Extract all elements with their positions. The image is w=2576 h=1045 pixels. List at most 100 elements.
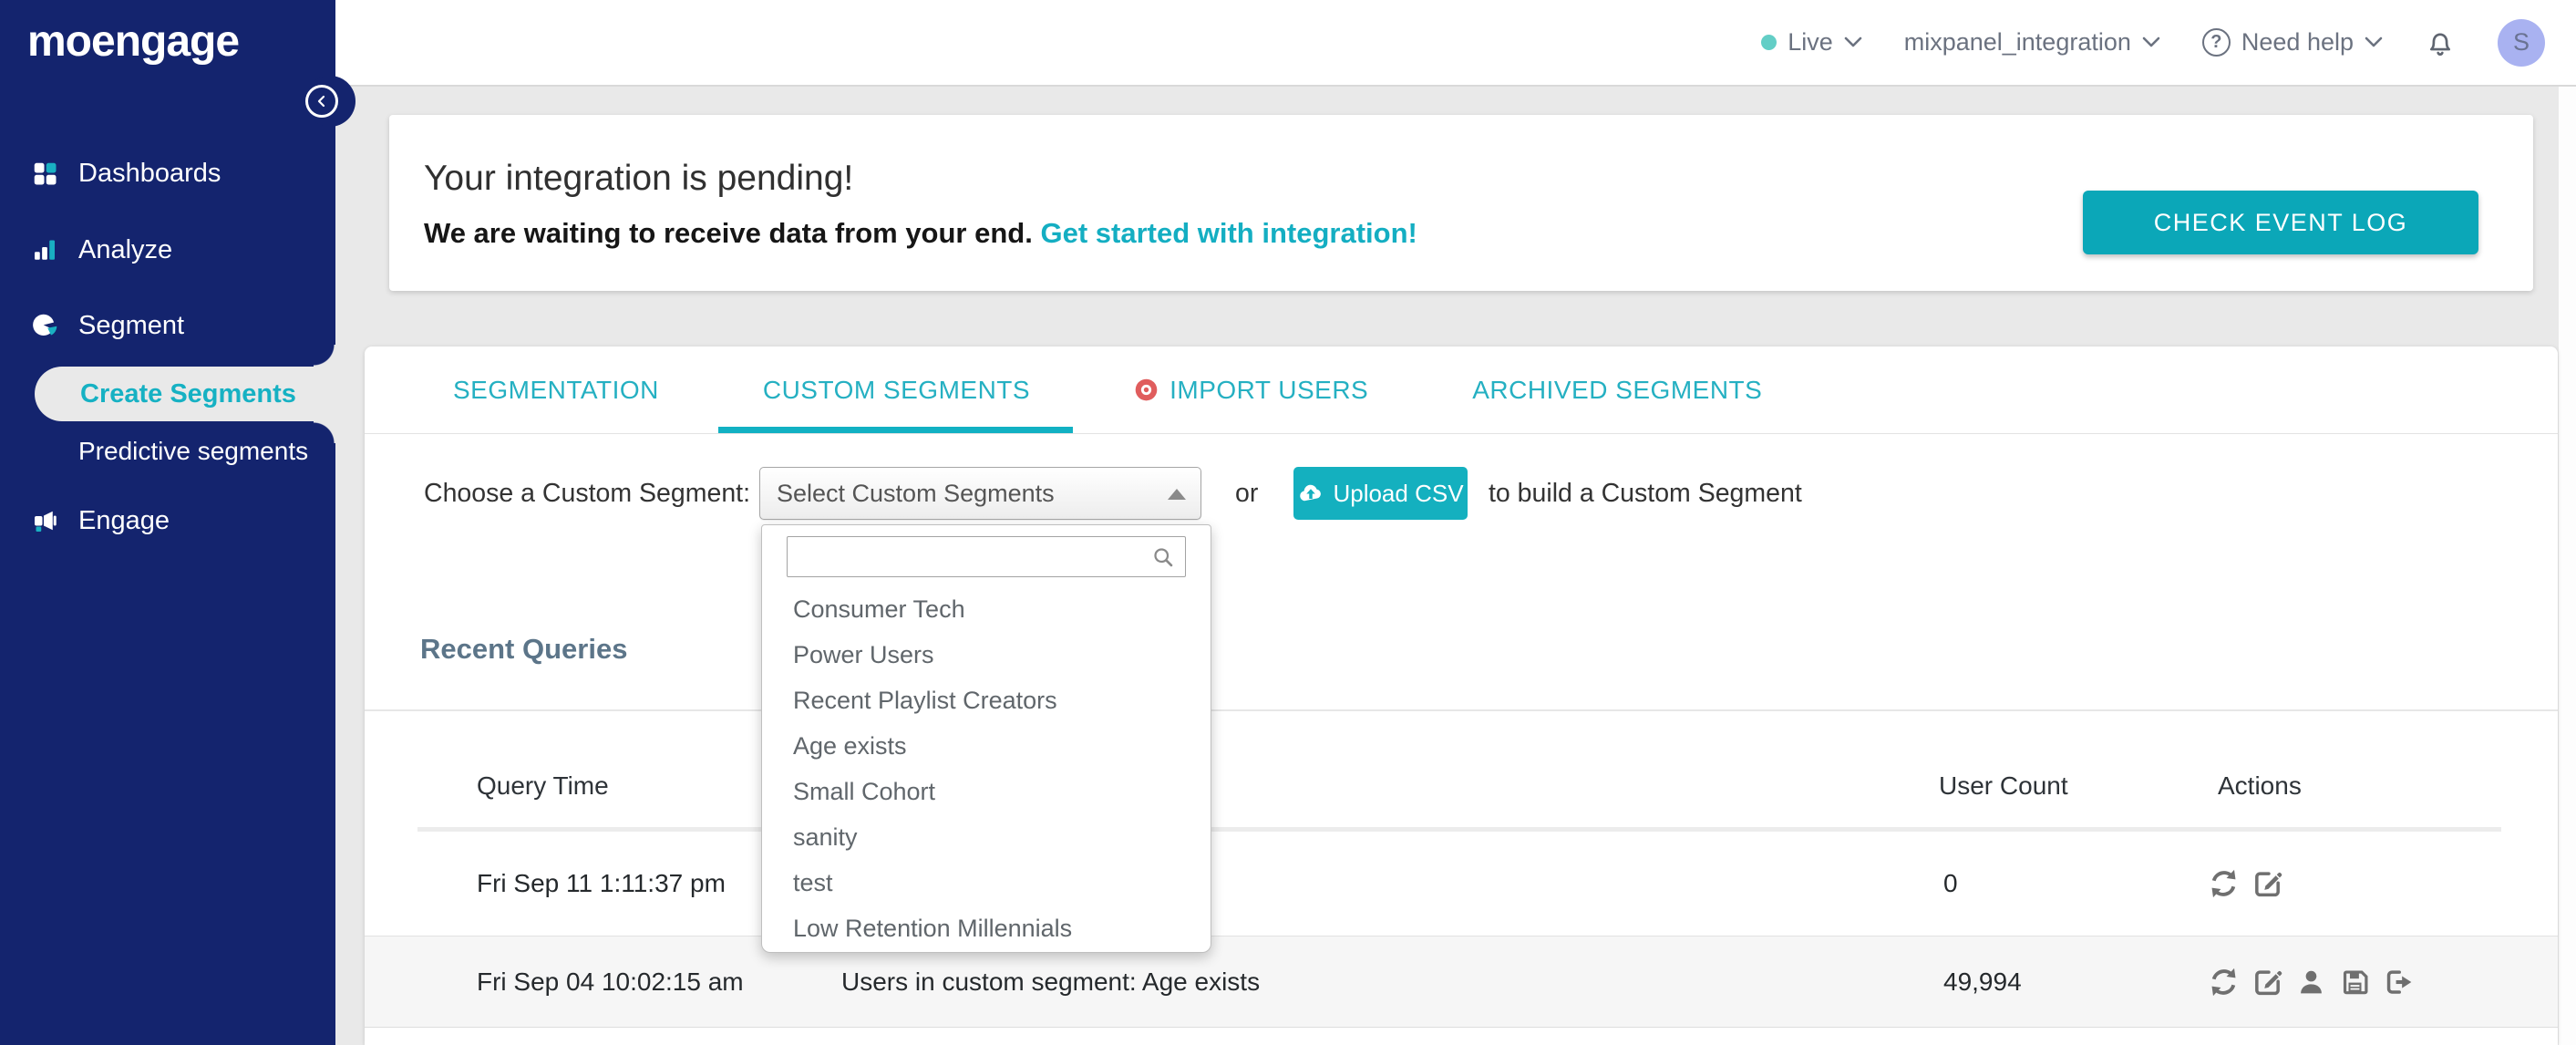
dropdown-option[interactable]: Low Retention Millennials <box>762 905 1211 951</box>
row-actions <box>2208 868 2283 900</box>
dashboard-grid-icon <box>34 162 57 185</box>
column-header-user-count: User Count <box>1939 771 2068 800</box>
dropdown-option[interactable]: Age exists <box>762 723 1211 769</box>
dropdown-option[interactable]: Power Users <box>762 632 1211 678</box>
user-count-cell: 0 <box>1943 869 1958 897</box>
sidebar-item-label: Dashboards <box>78 158 222 188</box>
tab-segmentation[interactable]: SEGMENTATION <box>453 347 659 433</box>
column-header-query-time: Query Time <box>477 771 609 800</box>
tab-label: IMPORT USERS <box>1170 375 1369 404</box>
build-segment-suffix-text: to build a Custom Segment <box>1489 479 1802 508</box>
sidebar-collapse-button[interactable] <box>305 85 338 118</box>
sidebar-collapse-bump <box>304 76 355 127</box>
dropdown-option[interactable]: Small Cohort <box>762 769 1211 814</box>
live-status-dot <box>1761 35 1777 50</box>
tab-custom-segments[interactable]: CUSTOM SEGMENTS <box>717 347 1074 433</box>
upload-csv-label: Upload CSV <box>1333 479 1464 507</box>
tab-import-users[interactable]: IMPORT USERS <box>1134 347 1368 433</box>
table-row: Fri Sep 11 1:11:37 pm 0 <box>365 832 2558 936</box>
row-actions <box>2208 966 2415 998</box>
segment-tabs: SEGMENTATION CUSTOM SEGMENTS IMPORT USER… <box>365 347 2558 434</box>
dropdown-search-input[interactable] <box>787 536 1186 577</box>
workspace-label: mixpanel_integration <box>1903 28 2131 56</box>
sidebar: moengage Dashboards Analyze Segment Crea… <box>0 0 335 1045</box>
sidebar-item-label: Segment <box>78 310 185 340</box>
integration-pending-banner: Your integration is pending! We are wait… <box>389 115 2533 291</box>
user-avatar[interactable]: S <box>2498 18 2545 67</box>
bell-icon <box>2430 32 2450 56</box>
sidebar-item-label: Predictive segments <box>78 437 309 465</box>
sidebar-item-engage[interactable]: Engage <box>0 495 335 546</box>
edit-icon[interactable] <box>2251 966 2283 998</box>
chevron-left-icon <box>317 95 325 108</box>
tab-label: CUSTOM SEGMENTS <box>762 375 1031 404</box>
dropdown-options-list: Consumer Tech Power Users Recent Playlis… <box>762 586 1211 951</box>
chevron-down-icon <box>2142 36 2160 47</box>
cloud-upload-icon <box>1300 484 1322 502</box>
avatar-initial: S <box>2512 28 2530 56</box>
megaphone-icon <box>35 511 57 532</box>
help-dropdown[interactable]: ? Need help <box>2201 28 2383 57</box>
pie-chart-icon <box>33 314 57 336</box>
question-circle-icon: ? <box>2201 28 2231 57</box>
refresh-icon[interactable] <box>2208 966 2240 998</box>
bar-chart-icon <box>35 240 55 260</box>
or-text: or <box>1235 479 1259 508</box>
chevron-down-icon <box>1844 36 1862 47</box>
banner-title: Your integration is pending! <box>424 159 854 198</box>
query-description-cell: Users in custom segment: Age exists <box>841 967 1261 996</box>
tab-label: ARCHIVED SEGMENTS <box>1472 375 1763 404</box>
export-icon[interactable] <box>2383 966 2415 998</box>
tab-label: SEGMENTATION <box>453 375 659 404</box>
dropdown-option[interactable]: Recent Playlist Creators <box>762 678 1211 723</box>
check-event-log-button[interactable]: CHECK EVENT LOG <box>2083 191 2478 254</box>
workspace-dropdown[interactable]: mixpanel_integration <box>1904 28 2160 57</box>
edit-icon[interactable] <box>2251 868 2283 900</box>
select-value: Select Custom Segments <box>777 479 1055 507</box>
column-header-actions: Actions <box>2218 771 2302 800</box>
red-target-icon <box>1135 378 1158 401</box>
banner-subtitle-text: We are waiting to receive data from your… <box>424 217 1033 249</box>
scrollbar-track[interactable] <box>2559 87 2576 1045</box>
custom-segment-select[interactable]: Select Custom Segments <box>759 467 1201 520</box>
sidebar-item-segment[interactable]: Segment <box>0 300 335 351</box>
environment-dropdown[interactable]: Live <box>1761 28 1862 57</box>
sidebar-item-label: Create Segments <box>80 379 296 409</box>
sidebar-item-label: Analyze <box>78 234 173 264</box>
tab-archived-segments[interactable]: ARCHIVED SEGMENTS <box>1472 347 1762 433</box>
refresh-icon[interactable] <box>2208 868 2240 900</box>
sidebar-item-analyze[interactable]: Analyze <box>0 224 335 275</box>
dropdown-option[interactable]: sanity <box>762 814 1211 860</box>
notifications-bell-button[interactable] <box>2425 27 2456 58</box>
chevron-down-icon <box>2365 36 2383 47</box>
banner-subtitle: We are waiting to receive data from your… <box>424 217 1417 250</box>
top-header: Live mixpanel_integration ? Need help S <box>335 0 2576 87</box>
search-icon <box>1154 548 1173 567</box>
sidebar-item-predictive-segments[interactable]: Predictive segments <box>0 426 335 477</box>
section-divider <box>365 709 2558 711</box>
user-icon[interactable] <box>2295 966 2327 998</box>
save-icon[interactable] <box>2339 966 2371 998</box>
help-label: Need help <box>2241 28 2354 56</box>
dropdown-option[interactable]: test <box>762 860 1211 905</box>
user-count-cell: 49,994 <box>1943 967 2022 996</box>
triangle-up-icon <box>1168 489 1186 500</box>
moengage-logo[interactable]: moengage <box>27 16 240 67</box>
choose-segment-label: Choose a Custom Segment: <box>424 479 751 508</box>
environment-label: Live <box>1788 28 1833 56</box>
sidebar-item-create-segments[interactable]: Create Segments <box>35 367 335 421</box>
table-row: Fri Sep 04 10:02:15 am Users in custom s… <box>365 936 2558 1028</box>
question-glyph: ? <box>2210 32 2222 52</box>
custom-segment-dropdown-panel: Consumer Tech Power Users Recent Playlis… <box>761 524 1211 953</box>
dropdown-option[interactable]: Consumer Tech <box>762 586 1211 632</box>
query-time-cell: Fri Sep 11 1:11:37 pm <box>477 869 726 897</box>
segments-card: SEGMENTATION CUSTOM SEGMENTS IMPORT USER… <box>365 347 2558 1045</box>
sidebar-item-label: Engage <box>78 505 170 535</box>
get-started-link[interactable]: Get started with integration! <box>1040 217 1417 249</box>
recent-queries-title: Recent Queries <box>420 633 628 665</box>
sidebar-curve-decoration <box>314 421 335 443</box>
sidebar-curve-decoration <box>314 345 335 367</box>
query-time-cell: Fri Sep 04 10:02:15 am <box>477 967 744 996</box>
upload-csv-button[interactable]: Upload CSV <box>1293 467 1468 520</box>
sidebar-item-dashboards[interactable]: Dashboards <box>0 148 335 199</box>
